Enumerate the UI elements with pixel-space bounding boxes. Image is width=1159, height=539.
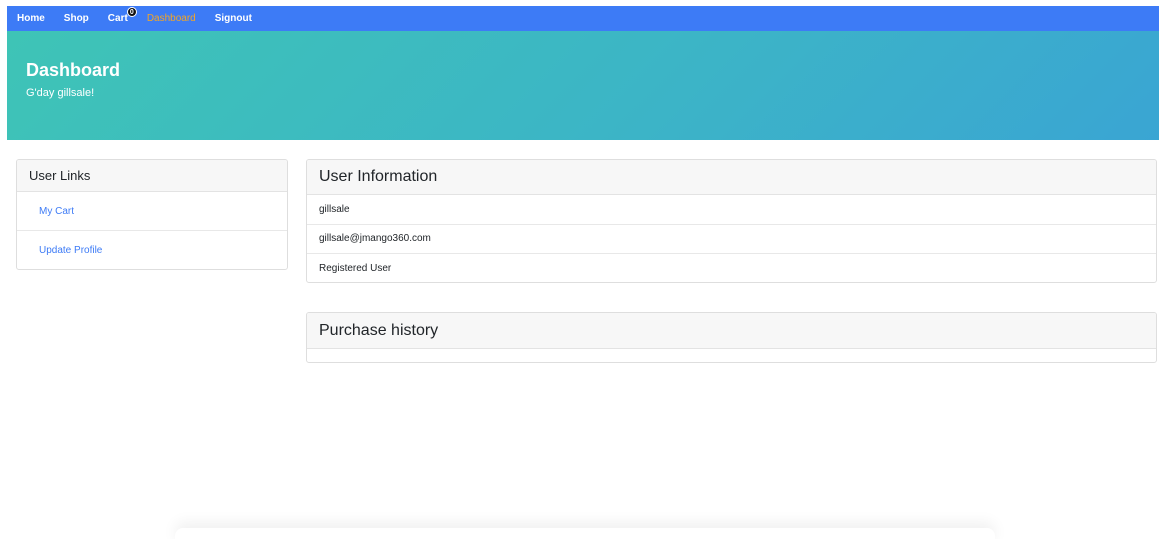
user-links-header: User Links (17, 160, 287, 192)
purchase-history-card: Purchase history (306, 312, 1157, 363)
nav-dashboard-link[interactable]: Dashboard (147, 13, 196, 24)
role-row: Registered User (319, 263, 392, 275)
user-links-card: User Links My Cart Update Profile (16, 159, 288, 270)
nav-cart-label: Cart (107, 13, 128, 24)
update-profile-link[interactable]: Update Profile (17, 231, 287, 269)
nav-cart-link[interactable]: Cart 0 (107, 7, 137, 24)
nav-signout-link[interactable]: Signout (215, 13, 252, 24)
email-row: gillsale@jmango360.com (307, 225, 1156, 254)
footer-shadow (175, 528, 995, 539)
user-information-card: User Information gillsale gillsale@jmang… (306, 159, 1157, 283)
user-information-header: User Information (307, 160, 1156, 195)
purchase-history-header: Purchase history (307, 313, 1156, 349)
nav-shop-link[interactable]: Shop (64, 13, 89, 24)
username-row: gillsale (307, 195, 1156, 225)
greeting-text: G'day gillsale! (26, 87, 95, 99)
top-navbar: Home Shop Cart 0 Dashboard Signout (7, 6, 1159, 31)
purchase-history-empty-list (307, 349, 1156, 362)
nav-home-link[interactable]: Home (17, 13, 45, 24)
my-cart-link[interactable]: My Cart (17, 192, 287, 231)
page-title: Dashboard (26, 60, 121, 80)
dashboard-hero-banner: Dashboard G'day gillsale! (7, 31, 1159, 140)
cart-count-badge: 0 (126, 7, 137, 17)
